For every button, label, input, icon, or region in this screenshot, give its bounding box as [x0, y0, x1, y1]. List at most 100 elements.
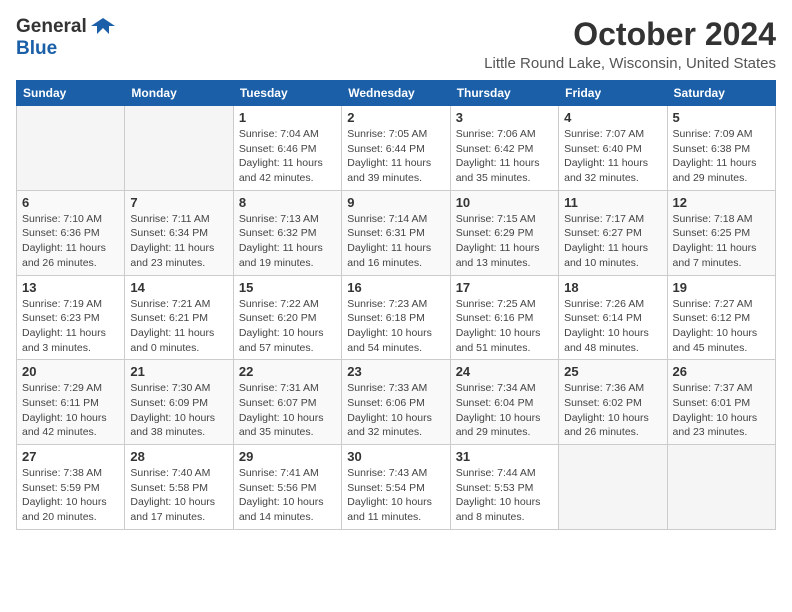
calendar-day-cell: 13 Sunrise: 7:19 AM Sunset: 6:23 PM Dayli…	[17, 275, 125, 360]
location-subtitle: Little Round Lake, Wisconsin, United Sta…	[484, 55, 776, 72]
month-title: October 2024	[484, 16, 776, 53]
header-tuesday: Tuesday	[233, 81, 341, 106]
calendar-day-cell: 26Sunrise: 7:37 AM Sunset: 6:01 PM Dayli…	[667, 360, 775, 445]
day-number: 30	[347, 449, 444, 464]
day-number: 18	[564, 280, 661, 295]
day-number: 2	[347, 110, 444, 125]
day-number: 26	[673, 364, 770, 379]
day-info: Sunrise: 7:33 AM Sunset: 6:06 PM Dayligh…	[347, 381, 444, 440]
logo-bird-icon	[89, 16, 117, 38]
day-number: 25	[564, 364, 661, 379]
day-info: Sunrise: 7:40 AM Sunset: 5:58 PM Dayligh…	[130, 466, 227, 525]
header-friday: Friday	[559, 81, 667, 106]
day-info: Sunrise: 7:29 AM Sunset: 6:11 PM Dayligh…	[22, 381, 119, 440]
header-sunday: Sunday	[17, 81, 125, 106]
day-number: 28	[130, 449, 227, 464]
day-info: Sunrise: 7:06 AM Sunset: 6:42 PM Dayligh…	[456, 127, 553, 186]
calendar-day-cell: 3 Sunrise: 7:06 AM Sunset: 6:42 PM Daylig…	[450, 106, 558, 191]
day-number: 5	[673, 110, 770, 125]
day-info: Sunrise: 7:17 AM Sunset: 6:27 PM Dayligh…	[564, 212, 661, 271]
day-number: 19	[673, 280, 770, 295]
logo: General Blue	[16, 16, 117, 60]
day-info: Sunrise: 7:27 AM Sunset: 6:12 PM Dayligh…	[673, 297, 770, 356]
day-number: 21	[130, 364, 227, 379]
day-info: Sunrise: 7:44 AM Sunset: 5:53 PM Dayligh…	[456, 466, 553, 525]
day-number: 14	[130, 280, 227, 295]
calendar-day-cell: 16 Sunrise: 7:23 AM Sunset: 6:18 PM Dayli…	[342, 275, 450, 360]
calendar-day-cell: 19 Sunrise: 7:27 AM Sunset: 6:12 PM Dayli…	[667, 275, 775, 360]
day-info: Sunrise: 7:30 AM Sunset: 6:09 PM Dayligh…	[130, 381, 227, 440]
calendar-day-cell	[559, 445, 667, 530]
day-info: Sunrise: 7:41 AM Sunset: 5:56 PM Dayligh…	[239, 466, 336, 525]
calendar-day-cell: 25 Sunrise: 7:36 AM Sunset: 6:02 PM Dayli…	[559, 360, 667, 445]
calendar-day-cell: 12 Sunrise: 7:18 AM Sunset: 6:25 PM Dayli…	[667, 190, 775, 275]
header-wednesday: Wednesday	[342, 81, 450, 106]
day-info: Sunrise: 7:36 AM Sunset: 6:02 PM Dayligh…	[564, 381, 661, 440]
day-info: Sunrise: 7:09 AM Sunset: 6:38 PM Dayligh…	[673, 127, 770, 186]
calendar-day-cell: 11 Sunrise: 7:17 AM Sunset: 6:27 PM Dayli…	[559, 190, 667, 275]
day-info: Sunrise: 7:26 AM Sunset: 6:14 PM Dayligh…	[564, 297, 661, 356]
calendar-day-cell: 14Sunrise: 7:21 AM Sunset: 6:21 PM Dayli…	[125, 275, 233, 360]
calendar-day-cell	[125, 106, 233, 191]
calendar-day-cell: 29Sunrise: 7:41 AM Sunset: 5:56 PM Dayli…	[233, 445, 341, 530]
calendar-week-row: 13 Sunrise: 7:19 AM Sunset: 6:23 PM Dayli…	[17, 275, 776, 360]
day-info: Sunrise: 7:11 AM Sunset: 6:34 PM Dayligh…	[130, 212, 227, 271]
day-info: Sunrise: 7:43 AM Sunset: 5:54 PM Dayligh…	[347, 466, 444, 525]
day-info: Sunrise: 7:18 AM Sunset: 6:25 PM Dayligh…	[673, 212, 770, 271]
day-info: Sunrise: 7:04 AM Sunset: 6:46 PM Dayligh…	[239, 127, 336, 186]
day-info: Sunrise: 7:31 AM Sunset: 6:07 PM Dayligh…	[239, 381, 336, 440]
day-number: 22	[239, 364, 336, 379]
day-number: 24	[456, 364, 553, 379]
calendar-day-cell: 2Sunrise: 7:05 AM Sunset: 6:44 PM Daylig…	[342, 106, 450, 191]
calendar-day-cell: 28 Sunrise: 7:40 AM Sunset: 5:58 PM Dayli…	[125, 445, 233, 530]
day-info: Sunrise: 7:14 AM Sunset: 6:31 PM Dayligh…	[347, 212, 444, 271]
day-number: 11	[564, 195, 661, 210]
day-number: 7	[130, 195, 227, 210]
day-info: Sunrise: 7:19 AM Sunset: 6:23 PM Dayligh…	[22, 297, 119, 356]
day-info: Sunrise: 7:22 AM Sunset: 6:20 PM Dayligh…	[239, 297, 336, 356]
day-number: 8	[239, 195, 336, 210]
calendar-week-row: 27Sunrise: 7:38 AM Sunset: 5:59 PM Dayli…	[17, 445, 776, 530]
title-section: October 2024 Little Round Lake, Wisconsi…	[484, 16, 776, 72]
day-number: 13	[22, 280, 119, 295]
logo-blue-text: Blue	[16, 38, 57, 59]
logo-general-text: General	[16, 16, 87, 38]
day-number: 31	[456, 449, 553, 464]
calendar-day-cell: 7 Sunrise: 7:11 AM Sunset: 6:34 PM Daylig…	[125, 190, 233, 275]
day-info: Sunrise: 7:23 AM Sunset: 6:18 PM Dayligh…	[347, 297, 444, 356]
day-number: 16	[347, 280, 444, 295]
day-info: Sunrise: 7:10 AM Sunset: 6:36 PM Dayligh…	[22, 212, 119, 271]
calendar-day-cell: 5 Sunrise: 7:09 AM Sunset: 6:38 PM Daylig…	[667, 106, 775, 191]
calendar-day-cell: 15Sunrise: 7:22 AM Sunset: 6:20 PM Dayli…	[233, 275, 341, 360]
day-number: 6	[22, 195, 119, 210]
day-info: Sunrise: 7:25 AM Sunset: 6:16 PM Dayligh…	[456, 297, 553, 356]
day-number: 23	[347, 364, 444, 379]
calendar-day-cell: 27Sunrise: 7:38 AM Sunset: 5:59 PM Dayli…	[17, 445, 125, 530]
header-saturday: Saturday	[667, 81, 775, 106]
day-number: 3	[456, 110, 553, 125]
calendar-day-cell: 22 Sunrise: 7:31 AM Sunset: 6:07 PM Dayli…	[233, 360, 341, 445]
calendar-day-cell: 17Sunrise: 7:25 AM Sunset: 6:16 PM Dayli…	[450, 275, 558, 360]
calendar-day-cell: 21 Sunrise: 7:30 AM Sunset: 6:09 PM Dayli…	[125, 360, 233, 445]
day-number: 27	[22, 449, 119, 464]
day-number: 4	[564, 110, 661, 125]
day-number: 12	[673, 195, 770, 210]
calendar-week-row: 1 Sunrise: 7:04 AM Sunset: 6:46 PM Daylig…	[17, 106, 776, 191]
calendar-day-cell	[17, 106, 125, 191]
calendar-day-cell: 9Sunrise: 7:14 AM Sunset: 6:31 PM Daylig…	[342, 190, 450, 275]
header-monday: Monday	[125, 81, 233, 106]
calendar-day-cell: 30 Sunrise: 7:43 AM Sunset: 5:54 PM Dayli…	[342, 445, 450, 530]
calendar-day-cell: 18 Sunrise: 7:26 AM Sunset: 6:14 PM Dayli…	[559, 275, 667, 360]
day-number: 1	[239, 110, 336, 125]
day-number: 10	[456, 195, 553, 210]
calendar-day-cell: 20 Sunrise: 7:29 AM Sunset: 6:11 PM Dayli…	[17, 360, 125, 445]
calendar-week-row: 6 Sunrise: 7:10 AM Sunset: 6:36 PM Daylig…	[17, 190, 776, 275]
day-info: Sunrise: 7:34 AM Sunset: 6:04 PM Dayligh…	[456, 381, 553, 440]
calendar-day-cell	[667, 445, 775, 530]
day-number: 20	[22, 364, 119, 379]
calendar-day-cell: 31 Sunrise: 7:44 AM Sunset: 5:53 PM Dayli…	[450, 445, 558, 530]
calendar-day-cell: 8Sunrise: 7:13 AM Sunset: 6:32 PM Daylig…	[233, 190, 341, 275]
header-thursday: Thursday	[450, 81, 558, 106]
weekday-header-row: Sunday Monday Tuesday Wednesday Thursday…	[17, 81, 776, 106]
calendar-day-cell: 4Sunrise: 7:07 AM Sunset: 6:40 PM Daylig…	[559, 106, 667, 191]
